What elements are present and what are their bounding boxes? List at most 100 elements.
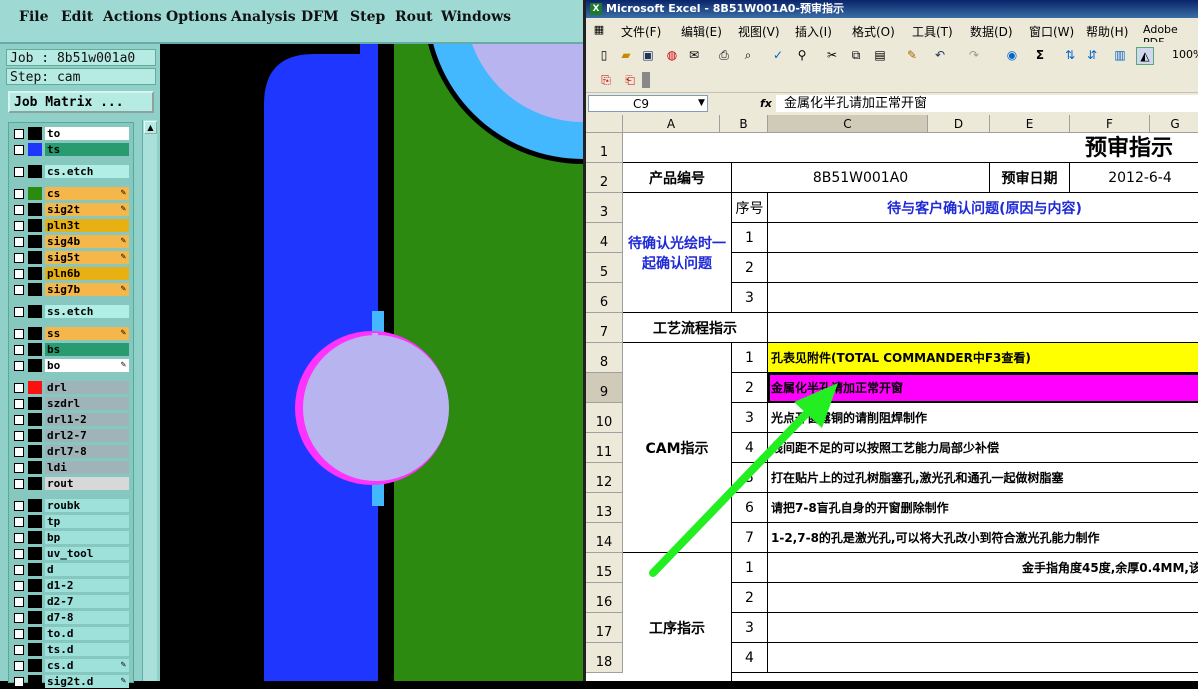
confirm-seq-cell[interactable]: 2 (732, 253, 768, 283)
layer-row[interactable]: drl2-7 (11, 428, 129, 443)
layer-checkbox[interactable] (14, 285, 24, 295)
layer-checkbox[interactable] (14, 431, 24, 441)
layer-color-swatch[interactable] (28, 611, 42, 624)
layer-checkbox[interactable] (14, 501, 24, 511)
confirm-issue-cell[interactable] (768, 223, 1198, 253)
layer-row[interactable]: d1-2 (11, 578, 129, 593)
convert-pdf-email-icon[interactable]: ⎗ (622, 72, 638, 88)
seq-header[interactable]: 序号 (732, 193, 768, 223)
layer-color-swatch[interactable] (28, 381, 42, 394)
cut-icon[interactable]: ✂ (824, 47, 840, 63)
menu-dfm[interactable]: DFM (301, 9, 339, 25)
layer-checkbox[interactable] (14, 307, 24, 317)
row-header[interactable]: 17 (586, 613, 623, 643)
scroll-up-icon[interactable]: ▲ (144, 121, 157, 134)
layer-row[interactable]: cs.d ✎ (11, 658, 129, 673)
product-no-value[interactable]: 8B51W001A0 (732, 163, 990, 193)
layer-checkbox[interactable] (14, 221, 24, 231)
layer-row[interactable]: d2-7 (11, 594, 129, 609)
layer-color-swatch[interactable] (28, 251, 42, 264)
proc-instruction-cell[interactable]: 金手指角度45度,余厚0.4MM,该 (768, 553, 1198, 583)
layer-row[interactable]: sig2t.d ✎ (11, 674, 129, 689)
layer-name[interactable]: d2-7 (45, 595, 129, 608)
layer-checkbox[interactable] (14, 205, 24, 215)
convert-pdf-icon[interactable]: ⎘ (598, 72, 614, 88)
layer-color-swatch[interactable] (28, 267, 42, 280)
layer-name[interactable]: ldi (45, 461, 129, 474)
menu-view[interactable]: 视图(V) (738, 23, 780, 40)
layer-row[interactable]: ss ✎ (11, 326, 129, 341)
cam-graphic-canvas[interactable] (160, 44, 583, 681)
layer-name[interactable]: d1-2 (45, 579, 129, 592)
research-icon[interactable]: ⚲ (794, 47, 810, 63)
column-header[interactable]: F (1070, 115, 1150, 133)
layer-checkbox[interactable] (14, 167, 24, 177)
layer-name[interactable]: drl2-7 (45, 429, 129, 442)
layer-name[interactable]: bp (45, 531, 129, 544)
layer-color-swatch[interactable] (28, 675, 42, 688)
layer-row[interactable]: cs.etch (11, 164, 129, 179)
issue-header[interactable]: 待与客户确认问题(原因与内容) (768, 193, 1198, 223)
process-value-cell[interactable] (768, 313, 1198, 343)
layer-row[interactable]: to.d (11, 626, 129, 641)
layer-row[interactable]: cs ✎ (11, 186, 129, 201)
layer-name[interactable]: ss.etch (45, 305, 129, 318)
column-header[interactable]: A (623, 115, 720, 133)
layer-checkbox[interactable] (14, 581, 24, 591)
product-no-label[interactable]: 产品编号 (623, 163, 732, 193)
layer-color-swatch[interactable] (28, 305, 42, 318)
layer-name[interactable]: szdrl (45, 397, 129, 410)
layer-row[interactable]: sig5t ✎ (11, 250, 129, 265)
layer-checkbox[interactable] (14, 237, 24, 247)
layer-row[interactable]: drl (11, 380, 129, 395)
confirm-seq-cell[interactable]: 1 (732, 223, 768, 253)
row-header[interactable]: 3 (586, 193, 623, 223)
proc-seq-cell[interactable]: 3 (732, 613, 768, 643)
cam-seq-cell[interactable]: 4 (732, 433, 768, 463)
column-header[interactable]: D (928, 115, 990, 133)
fx-icon[interactable]: fx (760, 95, 772, 112)
proc-label[interactable]: 工序指示 (623, 553, 732, 681)
layer-row[interactable]: drl7-8 (11, 444, 129, 459)
layer-checkbox[interactable] (14, 415, 24, 425)
layer-name[interactable]: sig2t ✎ (45, 203, 129, 216)
cam-instruction-cell[interactable]: 请把7-8盲孔自身的开窗删除制作 (768, 493, 1198, 523)
layer-row[interactable]: sig7b ✎ (11, 282, 129, 297)
layer-name[interactable]: roubk (45, 499, 129, 512)
layer-checkbox[interactable] (14, 549, 24, 559)
layer-color-swatch[interactable] (28, 359, 42, 372)
row-header[interactable]: 9 (586, 373, 623, 403)
layer-checkbox[interactable] (14, 253, 24, 263)
menu-rout[interactable]: Rout (395, 9, 433, 25)
layer-row[interactable]: ts (11, 142, 129, 157)
layer-row[interactable]: drl1-2 (11, 412, 129, 427)
layer-checkbox[interactable] (14, 517, 24, 527)
layer-row[interactable]: sig4b ✎ (11, 234, 129, 249)
menu-insert[interactable]: 插入(I) (795, 23, 832, 40)
layer-name[interactable]: cs.d ✎ (45, 659, 129, 672)
layer-checkbox[interactable] (14, 565, 24, 575)
layer-checkbox[interactable] (14, 329, 24, 339)
row-header[interactable]: 10 (586, 403, 623, 433)
layer-row[interactable]: sig2t ✎ (11, 202, 129, 217)
layer-color-swatch[interactable] (28, 343, 42, 356)
proc-instruction-cell[interactable] (768, 583, 1198, 613)
process-label[interactable]: 工艺流程指示 (623, 313, 768, 343)
menu-analysis[interactable]: Analysis (231, 9, 296, 25)
layer-color-swatch[interactable] (28, 413, 42, 426)
format-painter-icon[interactable]: ✎ (904, 47, 920, 63)
layer-checkbox[interactable] (14, 269, 24, 279)
layer-color-swatch[interactable] (28, 627, 42, 640)
layer-name[interactable]: sig2t.d ✎ (45, 675, 129, 688)
email-icon[interactable]: ✉ (686, 47, 702, 63)
layer-list-scrollbar[interactable]: ▲ (142, 120, 157, 681)
menu-file[interactable]: 文件(F) (621, 23, 661, 40)
layer-row[interactable]: to (11, 126, 129, 141)
layer-row[interactable]: ss.etch (11, 304, 129, 319)
layer-row[interactable]: bs (11, 342, 129, 357)
menu-edit[interactable]: Edit (61, 9, 93, 25)
name-box[interactable]: C9 (588, 95, 708, 112)
layer-color-swatch[interactable] (28, 429, 42, 442)
menu-actions[interactable]: Actions (103, 9, 162, 25)
layer-color-swatch[interactable] (28, 531, 42, 544)
